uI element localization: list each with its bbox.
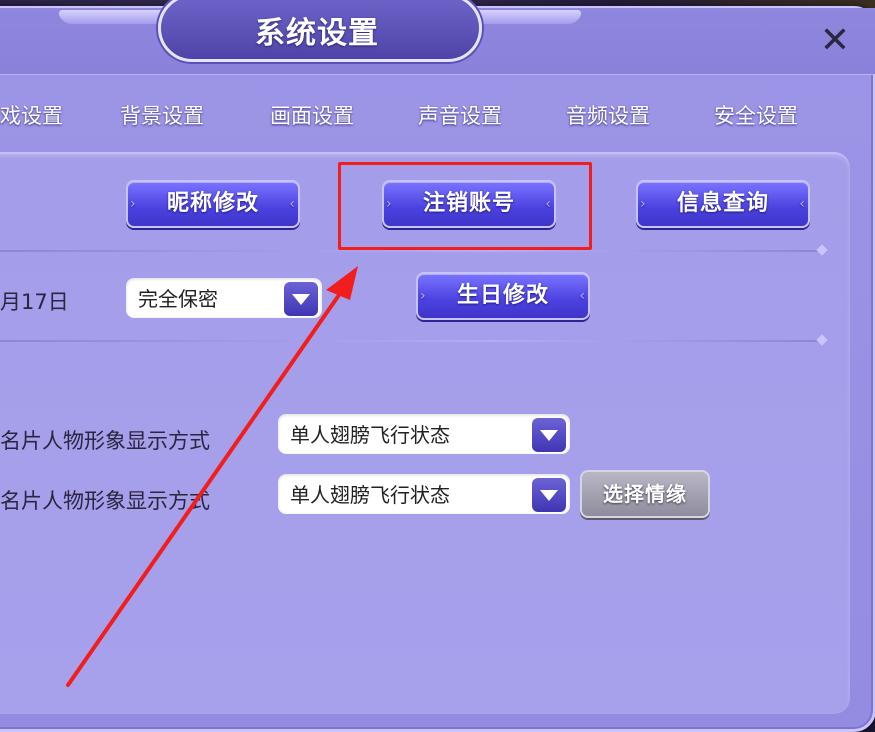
select-partner-label: 选择情缘 (603, 482, 687, 506)
window-title: 系统设置 (255, 16, 379, 51)
section-divider (0, 334, 828, 346)
info-query-button[interactable]: › 信息查询 ‹ (636, 180, 810, 228)
tab-display-settings[interactable]: 画面设置 (270, 100, 354, 130)
dropdown-arrow-icon (532, 418, 566, 452)
chevron-left-icon: ‹ (289, 196, 296, 212)
privacy-select-value: 完全保密 (138, 287, 218, 311)
card-avatar-display-label: 名片人物形象显示方式 (0, 429, 210, 453)
close-icon: ✕ (819, 20, 851, 61)
nickname-edit-label: 昵称修改 (166, 191, 259, 216)
birthday-edit-button[interactable]: › 生日修改 ‹ (416, 272, 590, 320)
tab-security-settings[interactable]: 安全设置 (714, 100, 798, 130)
nickname-edit-button[interactable]: › 昵称修改 ‹ (126, 180, 300, 228)
card-avatar-display-value: 单人翅膀飞行状态 (290, 423, 450, 447)
tab-audio-settings[interactable]: 音频设置 (566, 100, 650, 130)
chevron-right-icon: › (420, 288, 427, 304)
chevron-left-icon: ‹ (579, 288, 586, 304)
tab-game-settings[interactable]: 戏设置 (0, 100, 63, 130)
select-partner-button[interactable]: 选择情缘 (580, 470, 710, 518)
tab-background-settings[interactable]: 背景设置 (120, 100, 204, 130)
chevron-right-icon: › (640, 196, 647, 212)
birthday-label: 月17日 (0, 290, 69, 314)
settings-tabs: 戏设置 背景设置 画面设置 声音设置 音频设置 安全设置 (0, 100, 875, 136)
dropdown-arrow-icon (284, 282, 318, 316)
tab-sound-settings[interactable]: 声音设置 (418, 100, 502, 130)
card-avatar-display-select[interactable]: 单人翅膀飞行状态 (278, 414, 570, 454)
birthday-edit-label: 生日修改 (456, 283, 549, 308)
card-avatar-display-select-2[interactable]: 单人翅膀飞行状态 (278, 474, 570, 514)
chevron-right-icon: › (130, 196, 137, 212)
annotation-highlight-box (338, 162, 592, 250)
dropdown-arrow-icon (532, 478, 566, 512)
section-divider (0, 244, 828, 256)
info-query-label: 信息查询 (676, 191, 769, 216)
privacy-select[interactable]: 完全保密 (126, 278, 322, 318)
close-button[interactable]: ✕ (814, 20, 856, 62)
chevron-left-icon: ‹ (799, 196, 806, 212)
card-avatar-display-value-2: 单人翅膀飞行状态 (290, 483, 450, 507)
card-avatar-display-label-2: 名片人物形象显示方式 (0, 489, 210, 513)
